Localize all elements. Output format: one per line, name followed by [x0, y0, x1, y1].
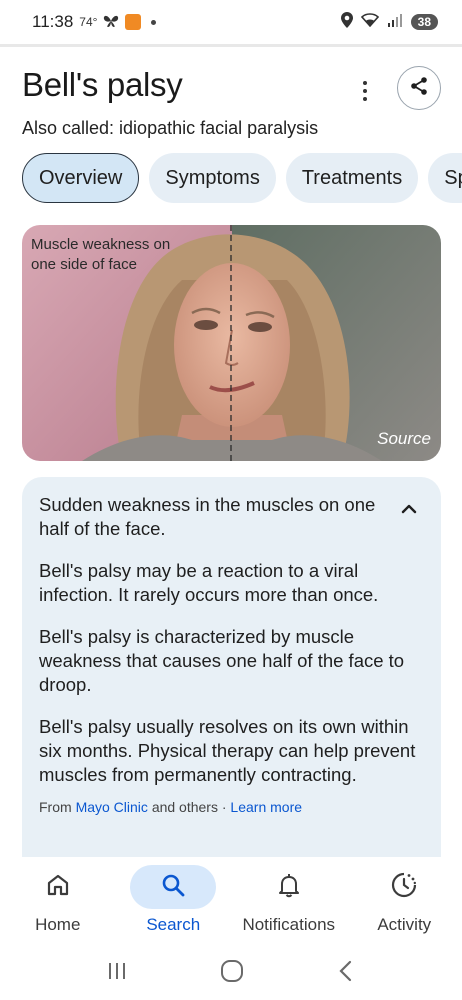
signal-icon	[387, 13, 403, 32]
location-icon	[340, 11, 353, 33]
tab-treatments[interactable]: Treatments	[285, 153, 419, 203]
more-options-button[interactable]	[352, 76, 378, 106]
nav-home[interactable]: Home	[0, 857, 116, 947]
footer-prefix: From	[39, 799, 72, 815]
nav-notifications[interactable]: Notifications	[231, 857, 347, 947]
overview-paragraph: Bell's palsy may be a reaction to a vira…	[39, 560, 379, 605]
tab-specialists[interactable]: Sp	[428, 153, 462, 203]
more-notifications-dot-icon	[151, 19, 157, 25]
status-right: 38	[340, 11, 438, 33]
share-icon	[409, 76, 429, 101]
nav-icon-container	[361, 865, 447, 909]
share-button[interactable]	[397, 66, 441, 110]
activity-icon	[390, 871, 418, 904]
condition-image[interactable]: Muscle weakness on one side of face Sour…	[22, 225, 441, 461]
status-time: 11:38	[32, 12, 74, 31]
home-system-icon[interactable]	[220, 959, 244, 988]
battery-indicator: 38	[410, 14, 438, 30]
status-temperature: 74°	[79, 15, 98, 29]
overview-paragraph: Bell's palsy is characterized by muscle …	[39, 626, 405, 695]
nav-label: Activity	[377, 915, 432, 934]
dot	[363, 81, 367, 85]
nav-activity[interactable]: Activity	[347, 857, 462, 947]
source-link[interactable]: Mayo Clinic	[76, 799, 148, 815]
nav-icon-container	[130, 865, 217, 909]
summary-text: Sudden weakness in the muscles on one ha…	[39, 494, 376, 539]
status-left: 11:38 74°	[32, 12, 157, 32]
nav-search[interactable]: Search	[116, 857, 232, 947]
tab-strip: Overview Symptoms Treatments Sp	[0, 150, 462, 208]
tabs-row: Overview Symptoms Treatments Sp	[22, 153, 462, 203]
image-source-link[interactable]: Source	[377, 429, 431, 449]
back-icon[interactable]	[336, 960, 356, 987]
nav-icon-container	[15, 865, 101, 909]
system-navigation-bar	[0, 947, 462, 1000]
nav-label: Home	[35, 915, 81, 934]
tab-symptoms[interactable]: Symptoms	[149, 153, 276, 203]
dot	[363, 97, 367, 101]
image-caption: Muscle weakness on one side of face	[31, 236, 171, 273]
page-title: Bell's palsy	[22, 66, 183, 103]
bottom-navigation: Home Search Notifications Activity	[0, 857, 462, 947]
overview-paragraph: Bell's palsy usually resolves on its own…	[39, 716, 416, 785]
butterfly-icon	[103, 14, 119, 31]
footer-middle: and others ·	[151, 799, 227, 815]
dot	[363, 89, 367, 93]
sources-footer: From Mayo Clinic and others · Learn more	[39, 799, 425, 815]
learn-more-link[interactable]: Learn more	[230, 799, 302, 815]
top-divider	[0, 44, 462, 47]
nav-icon-container	[246, 865, 332, 909]
recent-apps-icon[interactable]	[106, 960, 128, 987]
app-notification-icon	[125, 14, 142, 30]
home-icon	[45, 872, 71, 903]
overview-card: Sudden weakness in the muscles on one ha…	[22, 477, 441, 897]
bell-icon	[276, 872, 302, 903]
wifi-icon	[360, 12, 379, 32]
tab-overview[interactable]: Overview	[22, 153, 140, 203]
nav-label: Search	[146, 915, 201, 934]
search-icon	[160, 872, 186, 903]
status-bar: 11:38 74° 38	[0, 0, 462, 44]
also-called-subtitle: Also called: idiopathic facial paralysis	[22, 118, 319, 138]
chevron-up-icon[interactable]	[401, 501, 417, 519]
nav-label: Notifications	[242, 915, 336, 934]
